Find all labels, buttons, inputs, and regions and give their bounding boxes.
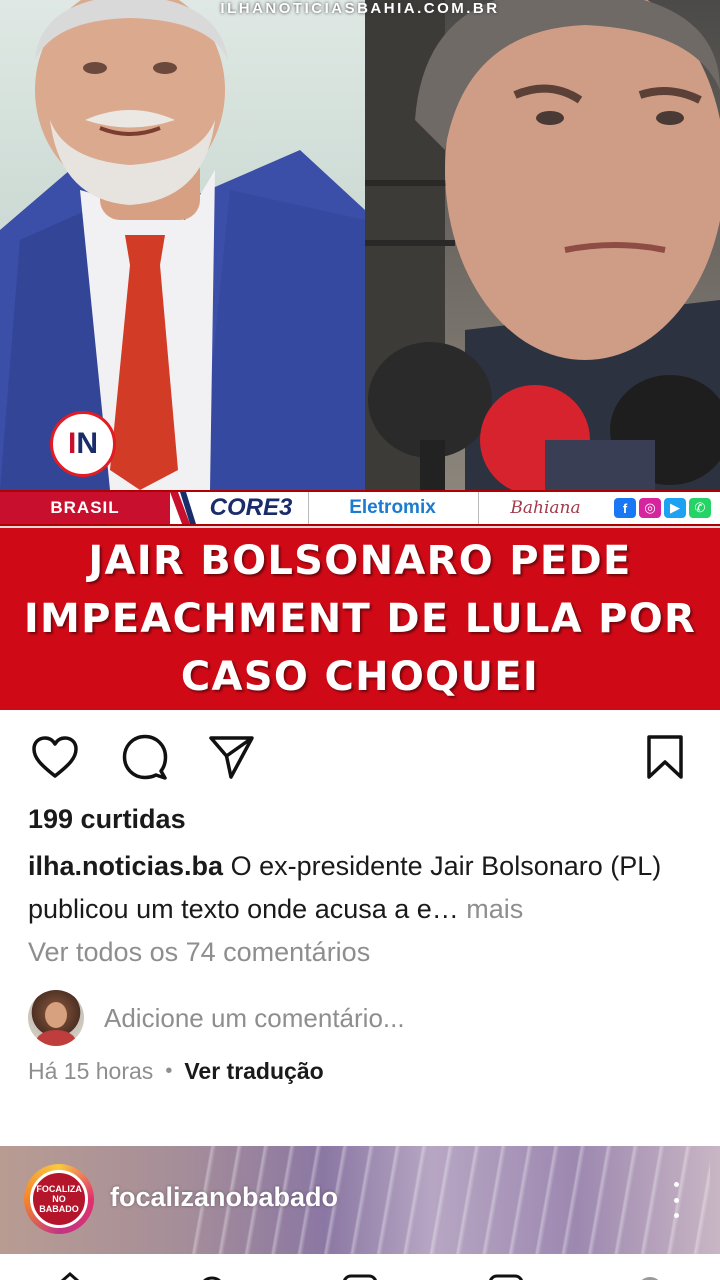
whatsapp-icon: ✆ xyxy=(689,498,711,518)
social-icons: f ◎ ▶ ✆ xyxy=(614,498,711,518)
bookmark-icon xyxy=(647,735,683,779)
send-icon xyxy=(209,736,254,779)
share-button[interactable] xyxy=(206,732,256,782)
comment-input[interactable]: Adicione um comentário... xyxy=(104,1003,405,1034)
facebook-icon: f xyxy=(614,498,636,518)
watermark: ILHANOTICIASBAHIA.COM.BR xyxy=(220,0,500,17)
add-comment-row[interactable]: Adicione um comentário... xyxy=(28,990,688,1046)
create-icon[interactable] xyxy=(338,1268,382,1280)
instagram-icon: ◎ xyxy=(639,498,661,518)
slash-decoration xyxy=(170,492,196,524)
avatar-face xyxy=(45,1002,67,1028)
logo-letter-i: I xyxy=(67,427,77,460)
category-tag: BRASIL xyxy=(0,492,170,524)
avatar-shirt xyxy=(36,1030,76,1046)
caption-username[interactable]: ilha.noticias.ba xyxy=(28,851,223,881)
next-post-header[interactable]: FOCALIZA NO BABADO focalizanobabado xyxy=(0,1146,720,1254)
meta-separator: • xyxy=(165,1060,173,1082)
like-count[interactable]: 199 curtidas xyxy=(28,804,186,835)
headline-text: JAIR BOLSONARO PEDE IMPEACHMENT DE LULA … xyxy=(23,538,697,700)
next-post-username[interactable]: focalizanobabado xyxy=(110,1182,338,1213)
caption-more-link[interactable]: mais xyxy=(459,894,523,924)
photo-lula xyxy=(0,0,365,490)
headline-banner: JAIR BOLSONARO PEDE IMPEACHMENT DE LULA … xyxy=(0,528,720,710)
bottom-nav xyxy=(0,1254,720,1280)
more-options-icon[interactable] xyxy=(668,1182,684,1218)
home-icon[interactable] xyxy=(48,1268,92,1280)
post-timestamp: Há 15 horas xyxy=(28,1058,154,1084)
post-actions xyxy=(0,728,720,784)
in-logo: IN xyxy=(50,411,116,477)
story-ring-avatar[interactable]: FOCALIZA NO BABADO xyxy=(24,1164,94,1234)
see-translation-link[interactable]: Ver tradução xyxy=(184,1058,323,1085)
sponsor-core3: CORE3 xyxy=(209,494,293,521)
post-caption: ilha.noticias.ba O ex-presidente Jair Bo… xyxy=(28,845,698,931)
youtube-icon: ▶ xyxy=(664,498,686,518)
post-image[interactable]: ILHANOTICIASBAHIA.COM.BR IN BRASIL CORE3… xyxy=(0,0,720,710)
comment-button[interactable] xyxy=(120,732,170,782)
reels-icon[interactable] xyxy=(484,1268,528,1280)
next-avatar-logo: FOCALIZA NO BABADO xyxy=(30,1170,88,1228)
photo-bolsonaro xyxy=(365,0,720,490)
search-icon[interactable] xyxy=(190,1268,234,1280)
sponsor-eletromix: Eletromix xyxy=(308,492,476,524)
heart-icon xyxy=(32,736,78,778)
comment-icon xyxy=(122,734,168,780)
save-button[interactable] xyxy=(640,732,690,782)
sponsor-bar: BRASIL CORE3 Eletromix Bahiana f ◎ ▶ ✆ xyxy=(0,490,720,526)
avatar xyxy=(28,990,84,1046)
like-button[interactable] xyxy=(30,732,80,782)
view-all-comments-link[interactable]: Ver todos os 74 comentários xyxy=(28,937,370,968)
sponsor-bahiana: Bahiana xyxy=(478,492,612,524)
profile-icon[interactable] xyxy=(628,1268,672,1280)
logo-letter-n: N xyxy=(76,427,98,460)
post-meta: Há 15 horas • Ver tradução xyxy=(28,1058,324,1085)
